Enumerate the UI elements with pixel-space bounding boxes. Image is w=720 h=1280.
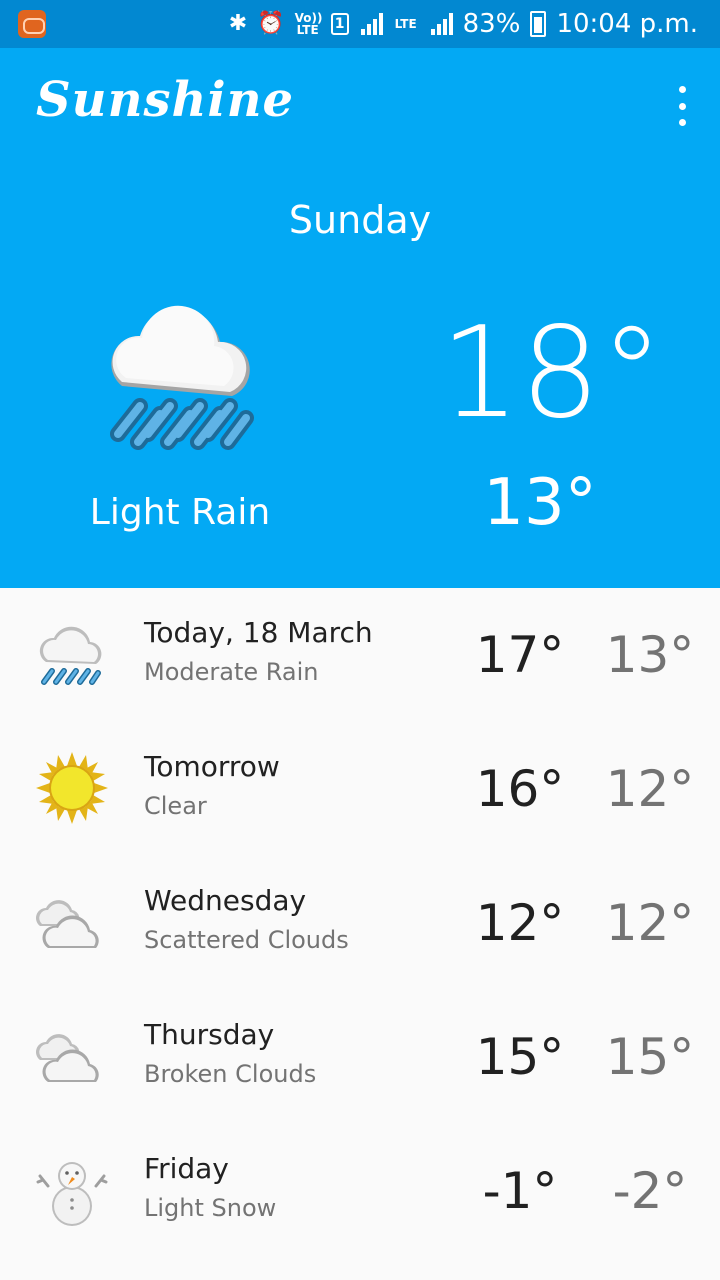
today-low-temp: 13° xyxy=(483,466,597,540)
forecast-row[interactable]: Wednesday Scattered Clouds 12° 12° xyxy=(0,856,720,990)
alarm-icon: ⏰ xyxy=(257,11,285,36)
rain-icon xyxy=(39,626,102,685)
sun-icon xyxy=(36,752,108,824)
today-condition: Light Rain xyxy=(89,492,271,533)
forecast-day: Friday xyxy=(144,1152,229,1185)
app-title: Sunshine xyxy=(36,72,295,128)
light-rain-icon xyxy=(110,305,254,450)
forecast-day: Wednesday xyxy=(144,884,307,917)
forecast-day: Tomorrow xyxy=(144,750,280,783)
status-bar: ✱ ⏰ Vo)) LTE 1 LTE 83% 10:04 p.m. xyxy=(0,0,720,48)
forecast-high: 16° xyxy=(475,760,565,818)
forecast-low: 15° xyxy=(605,1028,695,1086)
battery-icon xyxy=(530,11,547,37)
forecast-desc: Scattered Clouds xyxy=(144,926,349,954)
today-header[interactable]: Sunshine Sunday Light Rain 18° 13° xyxy=(0,48,720,588)
forecast-row[interactable]: Thursday Broken Clouds 15° 15° xyxy=(0,990,720,1124)
battery-percent: 83% xyxy=(462,9,521,39)
forecast-row[interactable]: Friday Light Snow -1° -2° xyxy=(0,1124,720,1258)
volte-icon: Vo)) LTE xyxy=(294,11,323,37)
forecast-high: 15° xyxy=(475,1028,565,1086)
today-day: Sunday xyxy=(288,198,432,242)
clouds-icon xyxy=(35,1034,99,1082)
forecast-high: 12° xyxy=(475,894,565,952)
forecast-high: -1° xyxy=(482,1162,558,1220)
status-icons: ✱ ⏰ Vo)) LTE 1 LTE 83% 10:04 p.m. xyxy=(229,6,698,42)
forecast-desc: Broken Clouds xyxy=(144,1060,317,1088)
clock: 10:04 p.m. xyxy=(556,9,698,39)
forecast-list: Today, 18 March Moderate Rain 17° 13° To… xyxy=(0,588,720,1258)
clouds-icon xyxy=(35,900,99,948)
forecast-low: 12° xyxy=(605,760,695,818)
forecast-row[interactable]: Tomorrow Clear 16° 12° xyxy=(0,722,720,856)
today-high-temp: 18° xyxy=(440,299,664,446)
signal-icon-2 xyxy=(429,13,453,35)
forecast-day: Today, 18 March xyxy=(144,616,373,649)
signal-icon xyxy=(359,13,383,35)
notification-app-icon xyxy=(18,10,46,38)
forecast-low: 12° xyxy=(605,894,695,952)
forecast-desc: Moderate Rain xyxy=(144,658,319,686)
forecast-high: 17° xyxy=(475,626,565,684)
forecast-low: 13° xyxy=(605,626,695,684)
snowman-icon xyxy=(36,1162,108,1226)
lte-icon: LTE xyxy=(394,17,417,31)
bluetooth-icon: ✱ xyxy=(228,11,248,36)
forecast-row[interactable]: Today, 18 March Moderate Rain 17° 13° xyxy=(0,588,720,722)
forecast-day: Thursday xyxy=(144,1018,275,1051)
forecast-desc: Clear xyxy=(144,792,207,820)
sim-icon: 1 xyxy=(330,13,349,35)
forecast-low: -2° xyxy=(612,1162,688,1220)
forecast-desc: Light Snow xyxy=(144,1194,277,1222)
overflow-menu-icon[interactable] xyxy=(670,86,694,126)
